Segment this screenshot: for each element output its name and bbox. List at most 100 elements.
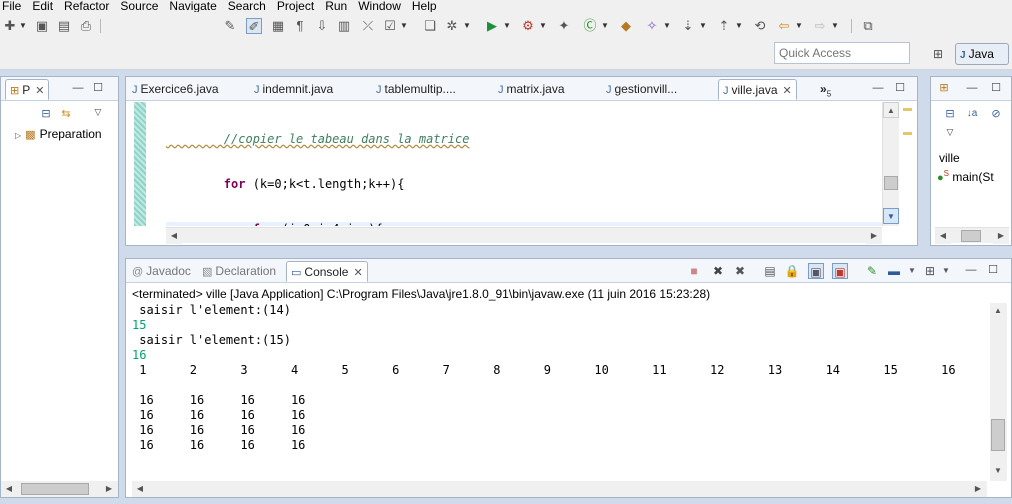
collapse-all-icon[interactable]: ⊟ <box>39 107 53 121</box>
tab-tablemultip[interactable]: Jtablemultip.... <box>376 79 456 100</box>
scroll-right-arrow[interactable]: ▶ <box>993 228 1009 244</box>
show-console-error-icon[interactable]: ▣ <box>832 263 848 279</box>
maximize-icon[interactable]: ☐ <box>893 81 907 95</box>
menu-help[interactable]: Help <box>408 0 444 12</box>
new-class-icon[interactable]: Ⓒ <box>582 18 598 34</box>
minimize-icon[interactable]: — <box>71 81 85 95</box>
task-icon[interactable]: ☑ <box>382 18 398 34</box>
scroll-thumb[interactable] <box>961 230 981 242</box>
java-perspective-button[interactable]: J Java <box>955 43 1009 65</box>
outline-method-item[interactable]: ●S main(St <box>937 169 994 184</box>
scroll-left-arrow[interactable]: ◀ <box>935 228 951 244</box>
save-all-icon[interactable]: ▤ <box>56 18 72 34</box>
maximize-icon[interactable]: ☐ <box>986 263 1000 277</box>
task-dropdown-icon[interactable]: ▼ <box>400 18 408 34</box>
display-console-dropdown-icon[interactable]: ▼ <box>904 263 920 279</box>
scroll-up-arrow[interactable]: ▲ <box>883 102 899 118</box>
toggle-mark-occurrences-icon[interactable]: ✐ <box>246 18 262 34</box>
outline-class-item[interactable]: ville <box>939 151 960 165</box>
remove-launch-icon[interactable]: ✖ <box>710 263 726 279</box>
menu-source[interactable]: Source <box>116 0 165 12</box>
previous-annotation-icon[interactable]: ⇡ <box>716 18 732 34</box>
tab-package-explorer[interactable]: ⊞ P ✕ <box>5 79 50 100</box>
menu-edit[interactable]: Edit <box>28 0 60 12</box>
debug-view-icon[interactable]: ▥ <box>336 18 352 34</box>
step-into-icon[interactable]: ⇩ <box>314 18 330 34</box>
forward-dropdown-icon[interactable]: ▼ <box>831 18 839 34</box>
close-icon[interactable]: ✕ <box>35 85 44 97</box>
forward-icon[interactable]: ⇨ <box>812 18 828 34</box>
previous-annotation-dropdown-icon[interactable]: ▼ <box>735 18 743 34</box>
close-icon[interactable]: ✕ <box>353 267 362 279</box>
pin-console-icon[interactable]: ✎ <box>864 263 880 279</box>
scroll-right-arrow[interactable]: ▶ <box>866 228 882 244</box>
tree-item-project[interactable]: ▷ ▩ Preparation <box>15 127 102 141</box>
terminate-icon[interactable]: ■ <box>686 263 702 279</box>
minimize-icon[interactable]: — <box>965 81 979 95</box>
console-output[interactable]: saisir l'element:(14) 15 saisir l'element… <box>132 303 987 479</box>
tab-exercice6[interactable]: J Exercice6.java <box>132 79 219 100</box>
horizontal-scrollbar[interactable]: ◀ ▶ <box>1 481 118 497</box>
search-icon[interactable]: ✧ <box>644 18 660 34</box>
last-edit-location-icon[interactable]: ⟲ <box>752 18 768 34</box>
minimize-icon[interactable]: — <box>964 263 978 277</box>
new-package-icon[interactable]: ✦ <box>556 18 572 34</box>
minimize-icon[interactable]: — <box>871 81 885 95</box>
remove-all-terminated-icon[interactable]: ✖ <box>732 263 748 279</box>
scroll-lock-icon[interactable]: 🔒 <box>784 263 800 279</box>
search-dropdown-icon[interactable]: ▼ <box>663 18 671 34</box>
back-dropdown-icon[interactable]: ▼ <box>795 18 803 34</box>
run-icon[interactable]: ▶ <box>484 18 500 34</box>
tab-ville[interactable]: Jville.java ✕ <box>718 79 797 100</box>
code-area[interactable]: //copier le tabeau dans la matrice for (… <box>166 102 882 226</box>
tab-console[interactable]: ▭ Console ✕ <box>286 261 368 282</box>
scroll-thumb[interactable] <box>884 176 898 190</box>
collapse-all-icon[interactable]: ⊟ <box>943 107 957 121</box>
debug-dropdown-icon[interactable]: ▼ <box>463 18 471 34</box>
new-dropdown-icon[interactable]: ▼ <box>19 18 27 34</box>
menu-search[interactable]: Search <box>224 0 273 12</box>
open-console-icon[interactable]: ⊞ <box>922 263 938 279</box>
warning-marker[interactable] <box>903 132 912 135</box>
pin-icon[interactable]: ✎ <box>222 18 238 34</box>
external-tools-dropdown-icon[interactable]: ▼ <box>539 18 547 34</box>
maximize-icon[interactable]: ☐ <box>91 81 105 95</box>
scroll-down-arrow[interactable]: ▼ <box>990 463 1006 479</box>
menu-project[interactable]: Project <box>273 0 321 12</box>
next-annotation-dropdown-icon[interactable]: ▼ <box>699 18 707 34</box>
save-icon[interactable]: ▣ <box>34 18 50 34</box>
outline-horizontal-scrollbar[interactable]: ◀ ▶ <box>935 227 1009 244</box>
external-tools-icon[interactable]: ⚙ <box>520 18 536 34</box>
debug-icon[interactable]: ✲ <box>444 18 460 34</box>
open-perspective-icon[interactable]: ⊞ <box>929 45 947 63</box>
open-type-icon[interactable]: ◆ <box>618 18 634 34</box>
menu-navigate[interactable]: Navigate <box>165 0 223 12</box>
next-annotation-icon[interactable]: ⇣ <box>680 18 696 34</box>
menu-refactor[interactable]: Refactor <box>60 0 116 12</box>
scroll-down-arrow[interactable]: ▼ <box>883 208 899 224</box>
view-menu-icon[interactable]: ▽ <box>943 125 957 139</box>
console-horizontal-scrollbar[interactable]: ◀ ▶ <box>132 481 987 497</box>
pin-editor-icon[interactable]: ⧉ <box>860 18 876 34</box>
print-icon[interactable]: ⎙ <box>78 18 94 34</box>
skip-breakpoints-icon[interactable]: ⤫ <box>360 18 376 34</box>
outline-tab-icon[interactable]: ⊞ <box>937 81 951 95</box>
hide-fields-icon[interactable]: ⊘ <box>989 107 1003 121</box>
maximize-icon[interactable]: ☐ <box>989 81 1003 95</box>
scroll-left-arrow[interactable]: ◀ <box>1 481 17 497</box>
display-selected-console-icon[interactable]: ▬ <box>886 263 902 279</box>
editor-horizontal-scrollbar[interactable]: ◀ ▶ <box>166 227 882 244</box>
new-class-dropdown-icon[interactable]: ▼ <box>601 18 609 34</box>
menu-window[interactable]: Window <box>354 0 408 12</box>
quick-access-input[interactable] <box>774 42 910 64</box>
close-icon[interactable]: ✕ <box>783 85 792 97</box>
tab-declaration[interactable]: ▧ Declaration <box>202 261 276 282</box>
clear-console-icon[interactable]: ▤ <box>762 263 778 279</box>
link-with-editor-icon[interactable]: ⇆ <box>59 107 73 121</box>
view-menu-icon[interactable]: ▽ <box>91 105 105 119</box>
back-icon[interactable]: ⇦ <box>776 18 792 34</box>
open-console-dropdown-icon[interactable]: ▼ <box>938 263 954 279</box>
menu-file[interactable]: File <box>0 0 28 12</box>
scroll-up-arrow[interactable]: ▲ <box>990 303 1006 319</box>
new-icon[interactable]: ✚ <box>2 18 18 34</box>
